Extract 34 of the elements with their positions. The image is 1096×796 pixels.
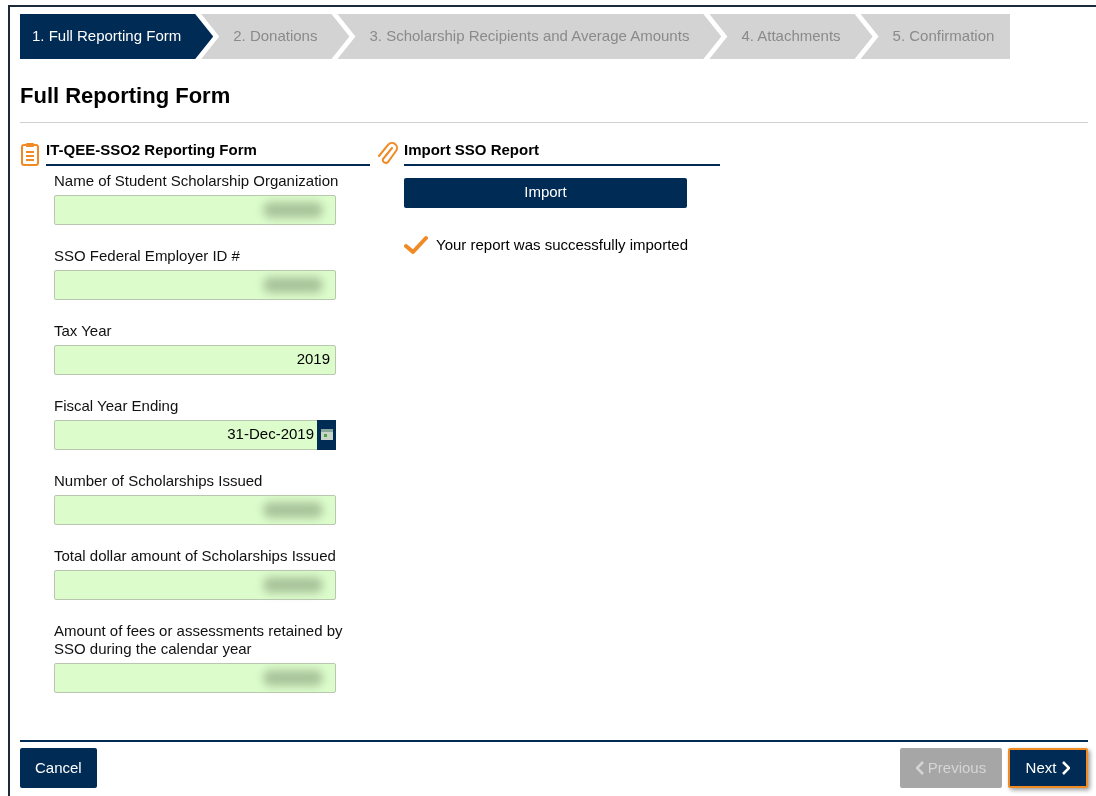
input-field[interactable]: 2019: [54, 344, 336, 375]
section-heading: Import SSO Report: [404, 139, 720, 166]
field-label: Number of Scholarships Issued: [54, 471, 264, 490]
date-field[interactable]: 31-Dec-2019: [54, 419, 336, 450]
blurred-value: [263, 276, 323, 293]
chevron-right-icon: [1062, 761, 1071, 775]
input-field[interactable]: [54, 569, 336, 600]
input-field[interactable]: [54, 269, 336, 300]
field-label: Fiscal Year Ending: [54, 396, 180, 415]
field-label: Name of Student Scholarship Organization: [54, 171, 340, 190]
blurred-value: [263, 201, 323, 218]
field-label: Amount of fees or assessments retained by SSO during the calendar year: [54, 621, 344, 658]
section-heading: IT-QEE-SSO2 Reporting Form: [46, 139, 370, 166]
calendar-icon: [320, 429, 333, 440]
next-button[interactable]: Next: [1008, 748, 1088, 788]
blurred-value: [263, 669, 323, 686]
chevron-left-icon: [915, 761, 924, 775]
field-label: Tax Year: [54, 321, 113, 340]
wizard-step[interactable]: 1. Full Reporting Form: [20, 14, 214, 59]
input-field[interactable]: [54, 662, 336, 693]
import-button[interactable]: Import: [404, 177, 687, 208]
calendar-button[interactable]: [317, 419, 336, 450]
checkmark-icon: [404, 234, 428, 255]
input-field[interactable]: [54, 494, 336, 525]
cancel-button[interactable]: Cancel: [20, 748, 97, 788]
paperclip-icon: [376, 141, 398, 166]
field-label: Total dollar amount of Scholarships Issued: [54, 546, 337, 565]
blurred-value: [263, 501, 323, 518]
success-message: Your report was successfully imported: [436, 234, 689, 255]
field-label: SSO Federal Employer ID #: [54, 246, 241, 265]
clipboard-icon: [20, 141, 40, 166]
input-field[interactable]: [54, 194, 336, 225]
page-title: Full Reporting Form: [20, 82, 232, 110]
blurred-value: [263, 576, 323, 593]
